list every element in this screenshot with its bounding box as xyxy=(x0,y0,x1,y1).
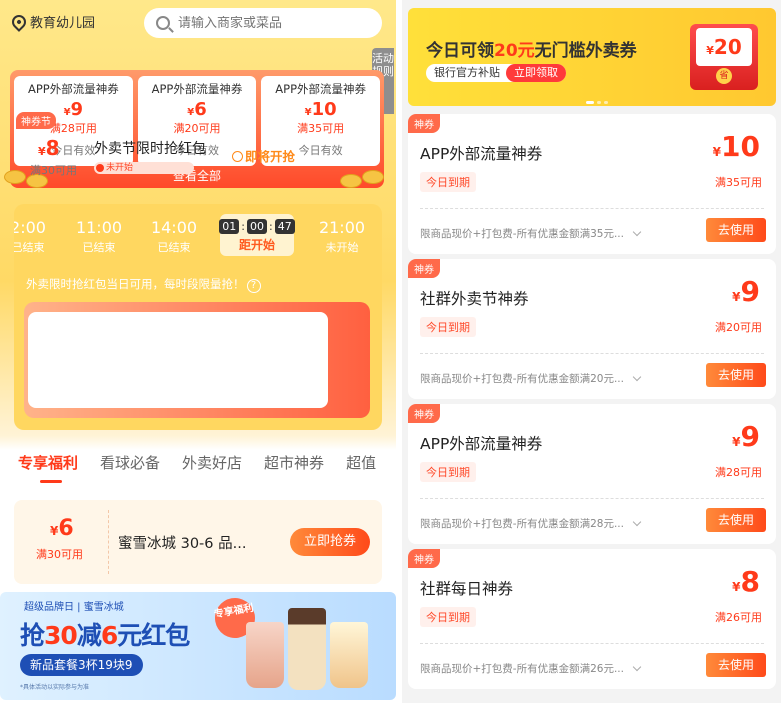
chevron-down-icon xyxy=(632,372,642,382)
flash-status-badge: 未开始 xyxy=(94,162,194,174)
flash-coupon-condition: 满30可用 xyxy=(30,164,77,177)
chevron-down-icon xyxy=(632,662,642,672)
tab-exclusive[interactable]: 专享福利 xyxy=(18,452,78,473)
coupon-title: APP外部流量神券 xyxy=(420,145,543,163)
coupon-description[interactable]: 限商品现价+打包费-所有优惠金额满28元... xyxy=(420,516,642,531)
expiry-badge: 今日到期 xyxy=(420,462,476,482)
claim-now-button[interactable]: 立即领取 xyxy=(506,64,566,82)
coupon-description[interactable]: 限商品现价+打包费-所有优惠金额满35元... xyxy=(420,226,642,241)
time-slot-active[interactable]: 01: 00: 47 距开始 xyxy=(219,214,295,256)
coupon-condition: 满20可用 xyxy=(715,321,762,334)
time-slot[interactable]: 11:00 已结束 xyxy=(74,218,124,255)
coupon-title: 社群外卖节神券 xyxy=(420,290,529,308)
banner-headline: 抢30减6元红包 xyxy=(20,621,190,650)
banner-brand: 超级品牌日 | 蜜雪冰城 xyxy=(24,602,124,613)
coupon-tag: 神券 xyxy=(408,549,440,568)
tab-underline xyxy=(40,480,62,483)
coupon-amount: ¥10 xyxy=(712,130,760,163)
coupon-title: 社群每日神券 xyxy=(420,580,514,598)
deal-title: 蜜雪冰城 30-6 品... xyxy=(118,536,247,552)
coupon-card: 神券 社群每日神券 今日到期 ¥8 满26可用 限商品现价+打包费-所有优惠金额… xyxy=(408,549,776,689)
coupon-amount: ¥9 xyxy=(732,275,760,308)
right-panel: 今日可领20元无门槛外卖券 银行官方补贴 立即领取 ¥20 省 神券 APP外部… xyxy=(402,0,781,703)
left-panel: 教育幼儿园 活动规则 APP外部流量神券 ¥9 满28可用 今日有效 APP外部… xyxy=(0,0,396,703)
countdown: 01: 00: 47 xyxy=(219,219,295,234)
search-icon xyxy=(156,16,170,30)
help-icon[interactable]: ? xyxy=(246,279,261,293)
coupon-condition: 满26可用 xyxy=(715,611,762,624)
coming-soon-button[interactable]: 即将开抢 xyxy=(232,146,295,165)
coupon-amount: ¥10 xyxy=(304,99,337,120)
flash-coupon-title: 外卖节限时抢红包 xyxy=(94,141,206,157)
deal-amount: ¥6 xyxy=(50,516,74,541)
coupon-title: APP外部流量神券 xyxy=(420,435,543,453)
coupon-amount: ¥8 xyxy=(732,565,760,598)
drink-cup-icon xyxy=(288,608,326,690)
coupon-amount: ¥6 xyxy=(187,99,207,120)
use-coupon-button[interactable]: 去使用 xyxy=(706,508,766,532)
time-slot[interactable]: 2:00 已结束 xyxy=(14,218,48,255)
tab-football[interactable]: 看球必备 xyxy=(100,452,160,473)
coupon-card: 神券 社群外卖节神券 今日到期 ¥9 满20可用 限商品现价+打包费-所有优惠金… xyxy=(408,259,776,399)
coupon-amount: ¥9 xyxy=(732,420,760,453)
coupon-description[interactable]: 限商品现价+打包费-所有优惠金额满20元... xyxy=(420,371,642,386)
coin-icon xyxy=(362,170,384,184)
banner-subtitle: 新品套餐3杯19块9 xyxy=(20,654,143,676)
coupon-title: APP外部流量神券 xyxy=(275,82,367,96)
expiry-badge: 今日到期 xyxy=(420,317,476,337)
tab-good-shops[interactable]: 外卖好店 xyxy=(182,452,242,473)
deal-card[interactable]: ¥6 满30可用 蜜雪冰城 30-6 品... 立即抢券 xyxy=(14,500,382,584)
alarm-icon xyxy=(232,151,243,162)
coupon-condition: 满20可用 xyxy=(173,122,221,135)
coupon-title: APP外部流量神券 xyxy=(27,82,119,96)
expiry-badge: 今日到期 xyxy=(420,607,476,627)
location-selector[interactable]: 教育幼儿园 xyxy=(9,11,96,32)
coupon-condition: 满35可用 xyxy=(715,176,762,189)
bank-subsidy-banner[interactable]: 今日可领20元无门槛外卖券 银行官方补贴 立即领取 ¥20 省 xyxy=(408,8,776,106)
deal-condition: 满30可用 xyxy=(36,548,83,561)
coupon-tag: 神券 xyxy=(408,259,440,278)
coupon-tag: 神券节 xyxy=(16,112,56,129)
coin-icon xyxy=(340,174,362,188)
search-input[interactable] xyxy=(178,15,358,31)
location-pin-icon xyxy=(9,11,29,32)
use-coupon-button[interactable]: 去使用 xyxy=(706,653,766,677)
time-slots: 2:00 已结束 11:00 已结束 14:00 已结束 01: 00: 47 … xyxy=(14,212,382,266)
tab-value[interactable]: 超值 xyxy=(346,452,376,473)
coupon-tag: 神券 xyxy=(408,114,440,133)
drink-cup-icon xyxy=(246,622,284,688)
coupon-condition: 满28可用 xyxy=(715,466,762,479)
coupon-tag: 神券 xyxy=(408,404,440,423)
coin-icon xyxy=(4,170,26,184)
time-slot[interactable]: 21:00 未开始 xyxy=(314,218,370,255)
red-envelope-icon: ¥20 省 xyxy=(690,24,758,90)
use-coupon-button[interactable]: 去使用 xyxy=(706,218,766,242)
chevron-down-icon xyxy=(632,517,642,527)
banner-title: 今日可领20元无门槛外卖券 xyxy=(426,41,637,61)
coupon-description[interactable]: 限商品现价+打包费-所有优惠金额满26元... xyxy=(420,661,642,676)
category-tabs: 专享福利 看球必备 外卖好店 超市神券 超值 xyxy=(18,452,376,473)
flash-coupon-card[interactable] xyxy=(24,302,370,418)
location-label: 教育幼儿园 xyxy=(30,16,96,31)
tab-supermarket[interactable]: 超市神券 xyxy=(264,452,324,473)
time-slot[interactable]: 14:00 已结束 xyxy=(146,218,202,255)
promo-banner[interactable]: 超级品牌日 | 蜜雪冰城 抢30减6元红包 新品套餐3杯19块9 *具体活动以实… xyxy=(0,592,396,700)
search-bar[interactable] xyxy=(144,8,382,38)
drink-cup-icon xyxy=(330,622,368,688)
chevron-down-icon xyxy=(632,227,642,237)
use-coupon-button[interactable]: 去使用 xyxy=(706,363,766,387)
expiry-badge: 今日到期 xyxy=(420,172,476,192)
coupon-title: APP外部流量神券 xyxy=(151,82,243,96)
flash-note: 外卖限时抢红包当日可用，每时段限量抢！? xyxy=(26,276,261,293)
coupon-condition: 满35可用 xyxy=(297,122,345,135)
banner-fineprint: *具体活动以实际参与为准 xyxy=(20,684,90,691)
carousel-dots xyxy=(586,101,608,104)
grab-coupon-button[interactable]: 立即抢券 xyxy=(290,528,370,556)
flash-sale-section: 2:00 已结束 11:00 已结束 14:00 已结束 01: 00: 47 … xyxy=(14,204,382,430)
coupon-card: 神券 APP外部流量神券 今日到期 ¥10 满35可用 限商品现价+打包费-所有… xyxy=(408,114,776,254)
flash-coupon-amount: ¥8 xyxy=(38,136,60,160)
coupon-card: 神券 APP外部流量神券 今日到期 ¥9 满28可用 限商品现价+打包费-所有优… xyxy=(408,404,776,544)
